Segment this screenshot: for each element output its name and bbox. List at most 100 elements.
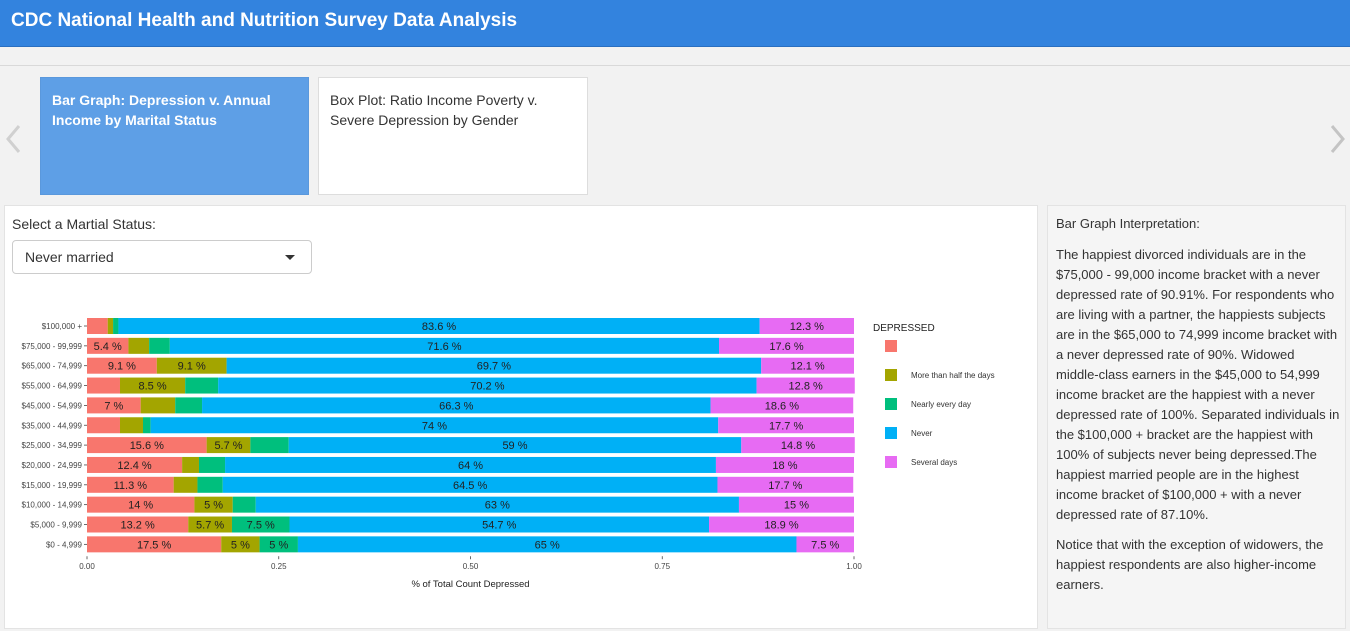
carousel-prev-arrow-icon[interactable] [3,122,25,156]
data-label: 70.2 % [470,381,504,393]
data-label: 8.5 % [139,381,167,393]
data-label: 59 % [502,440,527,452]
category-label: $20,000 - 24,999 [22,461,83,470]
category-label: $65,000 - 74,999 [22,362,83,371]
data-label: 12.3 % [790,321,824,333]
x-tick-label: 0.00 [79,562,95,571]
category-label: $5,000 - 9,999 [30,521,82,530]
data-label: 15 % [784,500,809,512]
interpretation-paragraph-2: Notice that with the exception of widowe… [1056,537,1324,592]
legend-label: Never [911,429,933,438]
bar-segment [182,456,199,473]
legend-label: Nearly every day [911,400,971,409]
legend-label: Several days [911,458,957,467]
legend-swatch [885,398,897,410]
data-label: 18.9 % [764,520,798,532]
data-label: 17.6 % [769,341,803,353]
data-label: 5.7 % [214,440,242,452]
data-label: 17.5 % [137,539,171,551]
data-label: 15.6 % [130,440,164,452]
bar-segment [185,377,219,394]
interpretation-paragraph-1: The happiest divorced individuals are in… [1056,247,1340,522]
bar-segment [197,476,223,493]
data-label: 12.1 % [790,361,824,373]
bar-segment [87,318,108,334]
bar-segment [149,337,170,354]
marital-status-label: Select a Martial Status: [12,216,156,232]
bar-segment [198,456,226,473]
bar-segment [119,417,143,434]
data-label: 7 % [104,400,123,412]
data-label: 65 % [535,539,560,551]
bar-segment [232,496,256,513]
category-label: $0 - 4,999 [46,540,83,549]
category-label: $75,000 - 99,999 [22,342,83,351]
x-tick-label: 0.50 [463,562,479,571]
data-label: 5 % [269,539,288,551]
data-label: 83.6 % [422,321,456,333]
carousel-next-arrow-icon[interactable] [1326,122,1348,156]
bar-segment [107,318,114,334]
category-label: $25,000 - 34,999 [22,441,83,450]
legend-swatch [885,456,897,468]
depression-bar-chart: $100,000 + 83.6 % 12.3 % $75,000 - 99,999 5.… [22,317,995,590]
header-divider [0,65,1350,66]
category-label: $55,000 - 64,999 [22,382,83,391]
bar-segment [140,397,176,414]
data-label: 63 % [485,500,510,512]
interpretation-title: Bar Graph Interpretation: [1056,216,1200,231]
bar-segment [250,437,289,454]
data-label: 5 % [231,539,250,551]
legend-swatch [885,369,897,381]
category-label: $100,000 + [42,322,83,331]
data-label: 7.5 % [247,520,275,532]
app-title: CDC National Health and Nutrition Survey… [11,10,518,31]
bar-segment [175,397,203,414]
carousel-card-bar-graph[interactable]: Bar Graph: Depression v. Annual Income b… [40,77,309,195]
data-label: 11.3 % [114,480,148,492]
data-label: 64 % [458,460,483,472]
bar-segment [87,377,120,394]
data-label: 66.3 % [439,400,473,412]
app-header: CDC National Health and Nutrition Survey… [0,0,1350,47]
data-label: 17.7 % [768,480,802,492]
data-label: 7.5 % [811,539,839,551]
data-label: 18.6 % [765,400,799,412]
data-label: 18 % [772,460,797,472]
bar-segment [128,337,150,354]
data-label: 74 % [422,420,447,432]
legend-swatch [885,340,897,352]
bar-segment [87,417,120,434]
data-label: 9.1 % [108,361,136,373]
category-label: $35,000 - 44,999 [22,421,83,430]
x-tick-label: 1.00 [846,562,862,571]
data-label: 5.7 % [196,520,224,532]
data-label: 69.7 % [477,361,511,373]
category-label: $15,000 - 19,999 [22,481,83,490]
bar-segment [113,318,119,334]
data-label: 54.7 % [482,520,516,532]
data-label: 17.7 % [769,420,803,432]
legend-swatch [885,427,897,439]
legend-title: DEPRESSED [873,323,935,334]
data-label: 12.8 % [789,381,823,393]
chevron-down-icon [285,255,295,260]
carousel-card-box-plot[interactable]: Box Plot: Ratio Income Poverty v. Severe… [318,77,588,195]
data-label: 9.1 % [178,361,206,373]
data-label: 14 % [128,500,153,512]
data-label: 64.5 % [453,480,487,492]
x-tick-label: 0.25 [271,562,287,571]
bar-segment [142,417,151,434]
legend-label: More than half the days [911,371,995,380]
data-label: 13.2 % [120,520,154,532]
data-label: 5.4 % [94,341,122,353]
x-tick-label: 0.75 [654,562,670,571]
marital-status-value: Never married [25,249,114,265]
bar-segment [173,476,198,493]
category-label: $45,000 - 54,999 [22,401,83,410]
data-label: 71.6 % [427,341,461,353]
data-label: 12.4 % [117,460,151,472]
marital-status-select[interactable]: Never married [12,240,312,274]
x-axis-title: % of Total Count Depressed [411,579,529,590]
category-label: $10,000 - 14,999 [22,501,83,510]
